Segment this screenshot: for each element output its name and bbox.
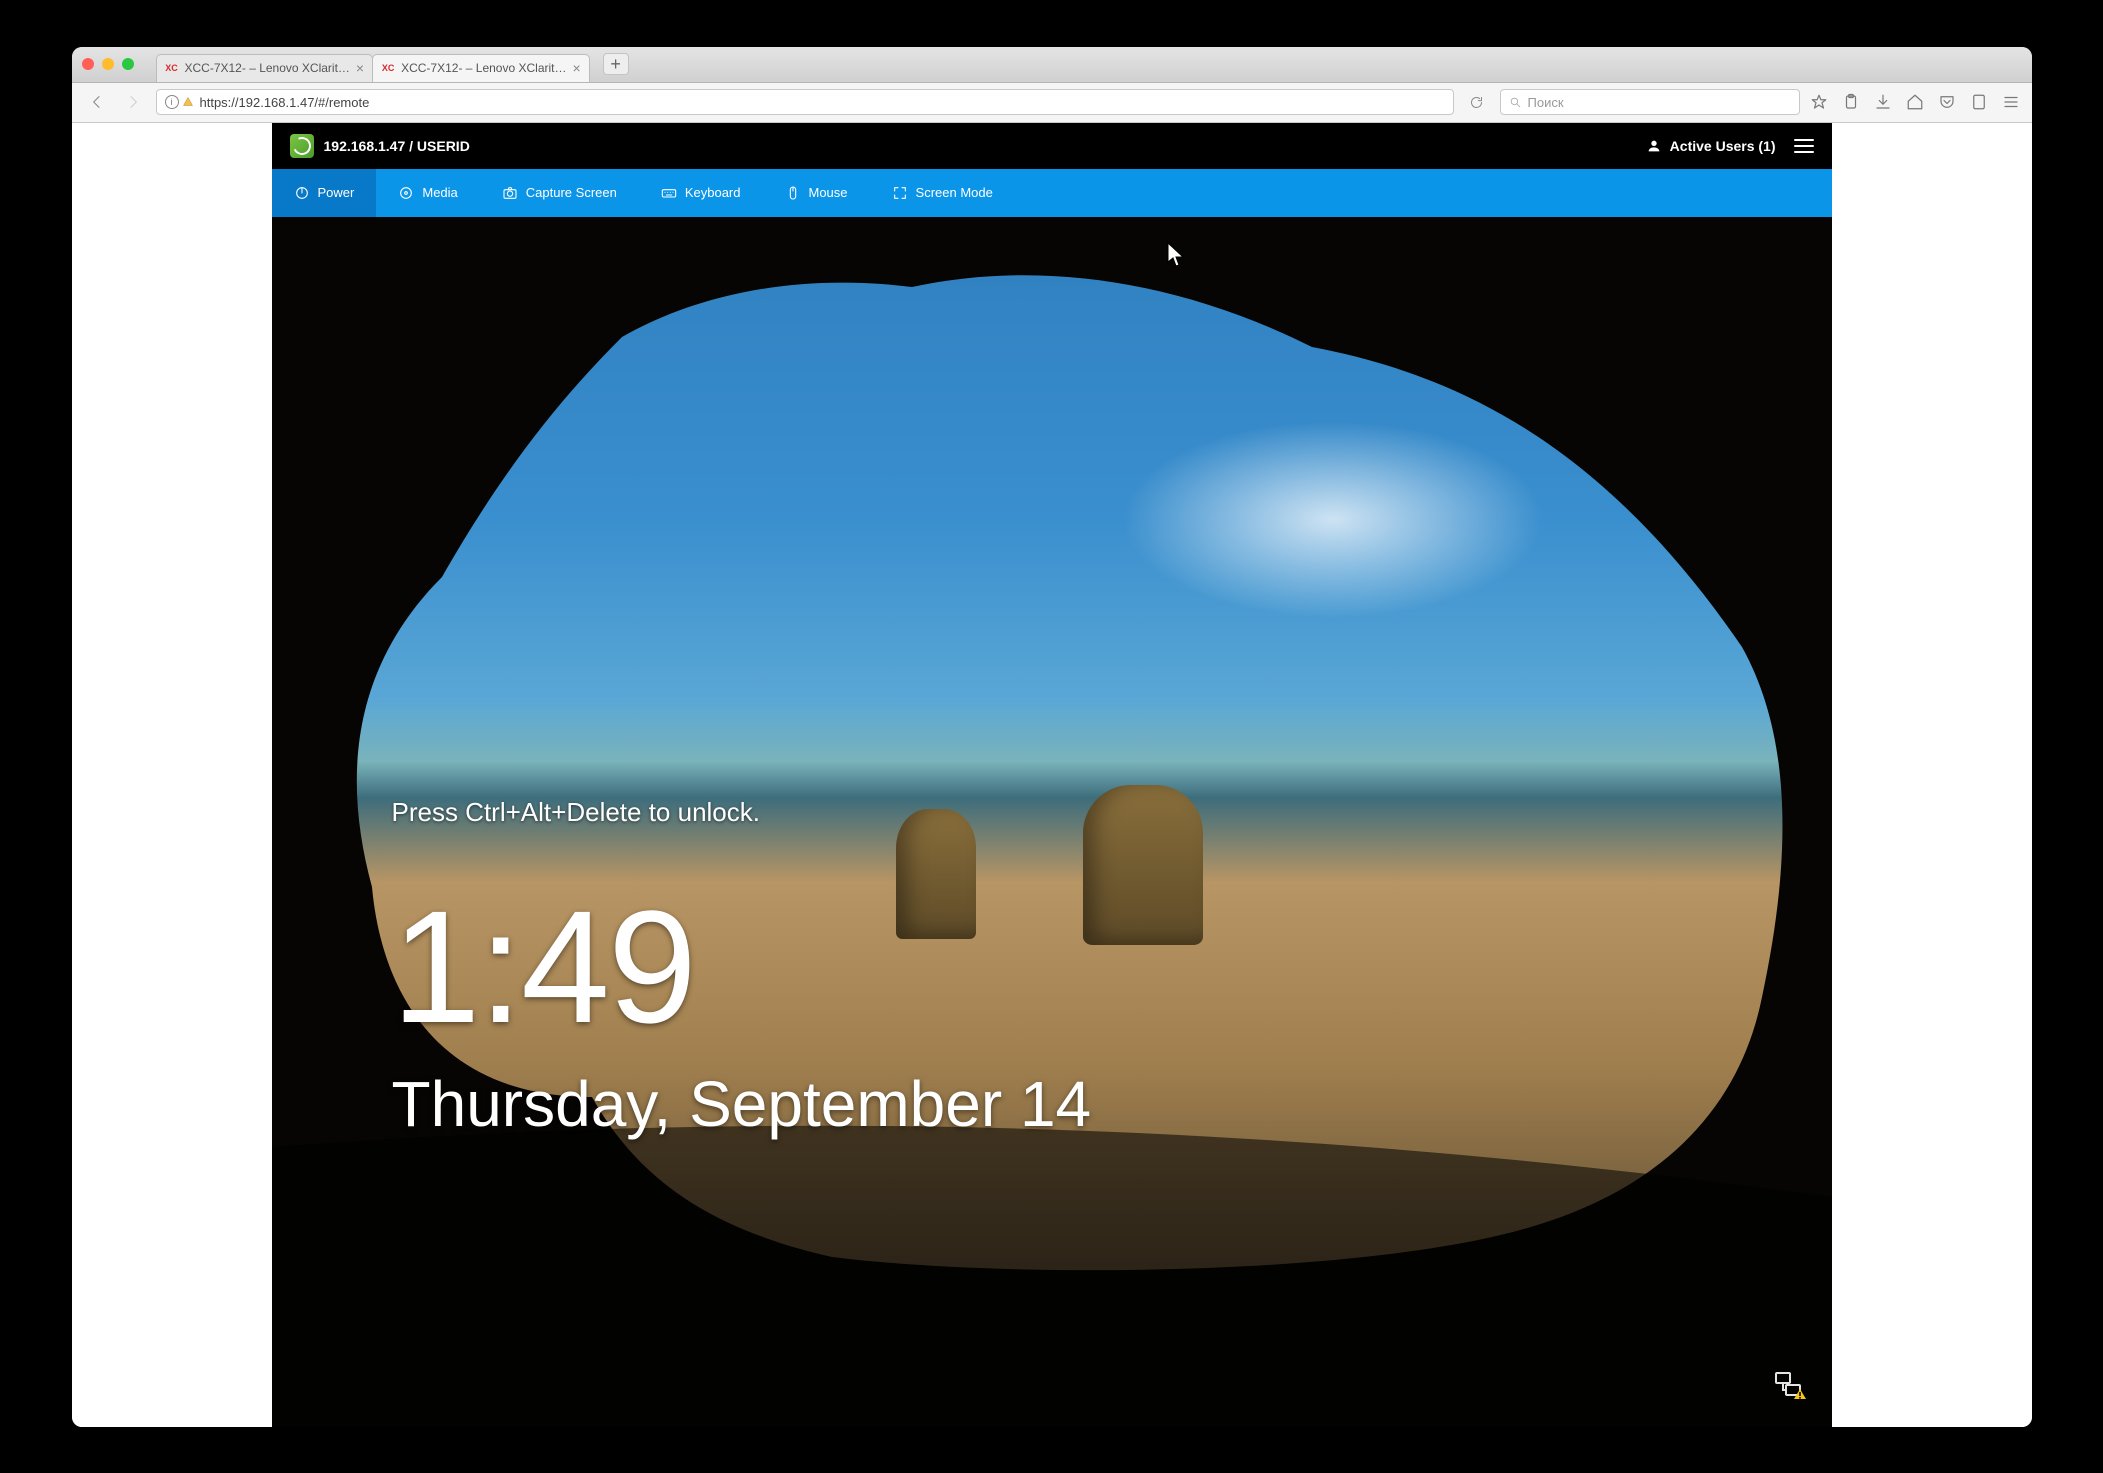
browser-tab-0[interactable]: XC XCC-7X12- – Lenovo XClarit… × bbox=[156, 54, 374, 82]
page-icon[interactable] bbox=[1970, 93, 1988, 111]
power-icon bbox=[294, 185, 310, 201]
forward-button[interactable] bbox=[120, 89, 146, 115]
toolbar-mouse-button[interactable]: Mouse bbox=[763, 169, 870, 217]
toolbar-capture-button[interactable]: Capture Screen bbox=[480, 169, 639, 217]
site-security-icon[interactable]: i bbox=[165, 95, 194, 109]
new-tab-button[interactable]: + bbox=[603, 53, 629, 75]
xclarity-logo-icon bbox=[290, 134, 314, 158]
toolbar-media-button[interactable]: Media bbox=[376, 169, 479, 217]
active-users-button[interactable]: Active Users (1) bbox=[1646, 138, 1776, 154]
window-controls bbox=[82, 58, 134, 70]
tab-title: XCC-7X12- – Lenovo XClarit… bbox=[185, 61, 350, 75]
reload-button[interactable] bbox=[1464, 89, 1490, 115]
remote-console: 192.168.1.47 / USERID Active Users (1) bbox=[272, 123, 1832, 1427]
toolbar-label: Capture Screen bbox=[526, 185, 617, 200]
user-icon bbox=[1646, 138, 1662, 154]
minimize-window-button[interactable] bbox=[102, 58, 114, 70]
search-bar[interactable]: Поиск bbox=[1500, 89, 1800, 115]
console-menu-icon[interactable] bbox=[1794, 139, 1814, 153]
search-placeholder: Поиск bbox=[1528, 95, 1564, 110]
windows-lock-screen: Press Ctrl+Alt+Delete to unlock. 1:49 Th… bbox=[272, 217, 1832, 1427]
lockscreen-date: Thursday, September 14 bbox=[392, 1067, 1092, 1141]
favicon-icon: XC bbox=[381, 61, 395, 75]
zoom-window-button[interactable] bbox=[122, 58, 134, 70]
remote-desktop-view[interactable]: Press Ctrl+Alt+Delete to unlock. 1:49 Th… bbox=[272, 217, 1832, 1427]
browser-tool-icons bbox=[1810, 93, 2020, 111]
menu-icon[interactable] bbox=[2002, 93, 2020, 111]
toolbar-label: Power bbox=[318, 185, 355, 200]
toolbar-screenmode-button[interactable]: Screen Mode bbox=[870, 169, 1015, 217]
close-tab-icon[interactable]: × bbox=[573, 61, 581, 75]
page-content: 192.168.1.47 / USERID Active Users (1) bbox=[72, 123, 2032, 1427]
fullscreen-icon bbox=[892, 185, 908, 201]
console-host-user: 192.168.1.47 / USERID bbox=[324, 138, 470, 154]
toolbar-label: Keyboard bbox=[685, 185, 741, 200]
toolbar-power-button[interactable]: Power bbox=[272, 169, 377, 217]
browser-tab-1[interactable]: XC XCC-7X12- – Lenovo XClarit… × bbox=[372, 54, 590, 82]
url-text: https://192.168.1.47/#/remote bbox=[200, 95, 370, 110]
tab-title: XCC-7X12- – Lenovo XClarit… bbox=[401, 61, 566, 75]
download-icon[interactable] bbox=[1874, 93, 1892, 111]
toolbar-keyboard-button[interactable]: Keyboard bbox=[639, 169, 763, 217]
lock-warning-icon bbox=[182, 96, 194, 108]
mouse-icon bbox=[785, 185, 801, 201]
back-button[interactable] bbox=[84, 89, 110, 115]
pocket-icon[interactable] bbox=[1938, 93, 1956, 111]
toolbar-label: Mouse bbox=[809, 185, 848, 200]
favicon-icon: XC bbox=[165, 61, 179, 75]
camera-icon bbox=[502, 185, 518, 201]
screenshot-stage: XC XCC-7X12- – Lenovo XClarit… × XC XCC-… bbox=[0, 0, 2103, 1473]
console-header: 192.168.1.47 / USERID Active Users (1) bbox=[272, 123, 1832, 169]
lockscreen-time: 1:49 bbox=[392, 887, 695, 1047]
browser-window: XC XCC-7X12- – Lenovo XClarit… × XC XCC-… bbox=[72, 47, 2032, 1427]
network-warning-icon[interactable] bbox=[1774, 1369, 1806, 1401]
keyboard-icon bbox=[661, 185, 677, 201]
active-users-label: Active Users (1) bbox=[1670, 138, 1776, 154]
close-tab-icon[interactable]: × bbox=[356, 61, 364, 75]
console-toolbar: Power Media Capture Screen bbox=[272, 169, 1832, 217]
browser-toolbar: i https://192.168.1.47/#/remote Поиск bbox=[72, 83, 2032, 123]
remote-cursor-icon bbox=[1167, 242, 1185, 268]
unlock-hint-text: Press Ctrl+Alt+Delete to unlock. bbox=[392, 797, 761, 828]
toolbar-label: Media bbox=[422, 185, 457, 200]
toolbar-label: Screen Mode bbox=[916, 185, 993, 200]
browser-tab-strip: XC XCC-7X12- – Lenovo XClarit… × XC XCC-… bbox=[72, 47, 2032, 83]
close-window-button[interactable] bbox=[82, 58, 94, 70]
clipboard-icon[interactable] bbox=[1842, 93, 1860, 111]
bookmark-star-icon[interactable] bbox=[1810, 93, 1828, 111]
search-icon bbox=[1509, 96, 1522, 109]
home-icon[interactable] bbox=[1906, 93, 1924, 111]
disc-icon bbox=[398, 185, 414, 201]
address-bar[interactable]: i https://192.168.1.47/#/remote bbox=[156, 89, 1454, 115]
tabs-container: XC XCC-7X12- – Lenovo XClarit… × XC XCC-… bbox=[156, 47, 589, 82]
